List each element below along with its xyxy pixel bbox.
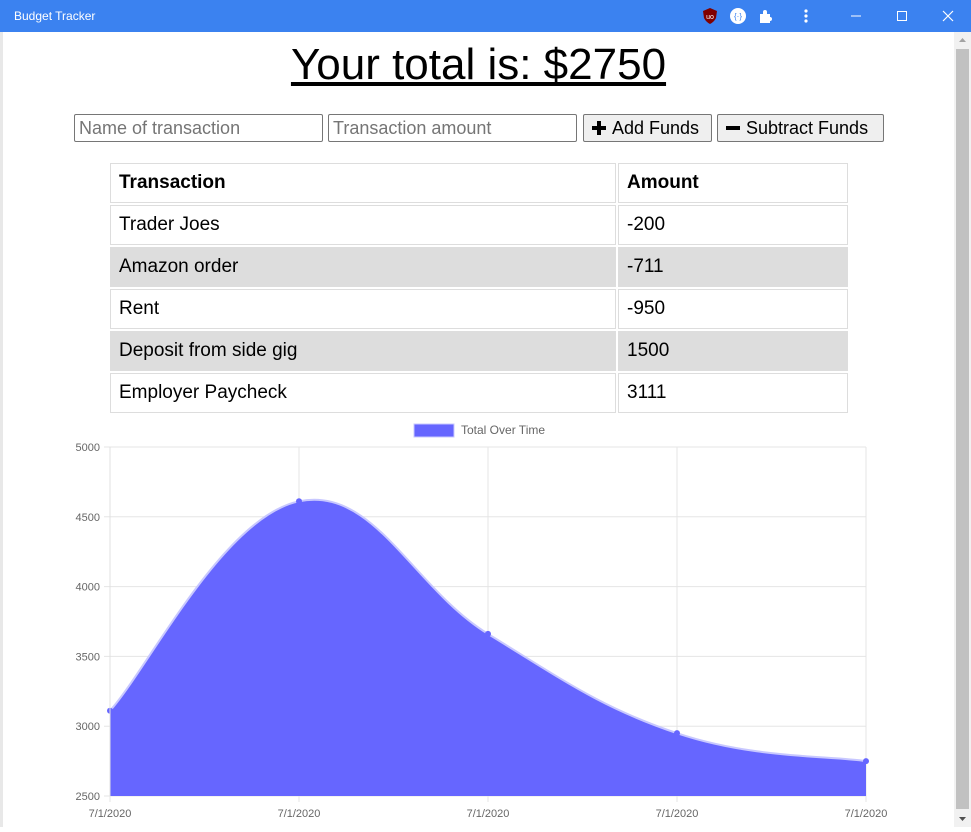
maximize-button[interactable]	[879, 0, 925, 32]
data-point	[296, 498, 302, 505]
x-tick-label: 7/1/2020	[278, 808, 321, 820]
y-tick-label: 3000	[76, 721, 100, 733]
transaction-name-cell: Amazon order	[110, 247, 616, 287]
data-point	[863, 758, 869, 765]
maximize-icon	[897, 11, 907, 21]
plus-icon	[592, 121, 606, 135]
menu-kebab-icon[interactable]	[796, 6, 816, 26]
minimize-button[interactable]	[833, 0, 879, 32]
transaction-name-cell: Trader Joes	[110, 205, 616, 245]
y-tick-label: 3500	[76, 651, 100, 663]
transaction-name-input[interactable]	[74, 114, 323, 142]
transaction-amount-input[interactable]	[328, 114, 577, 142]
x-tick-label: 7/1/2020	[467, 808, 510, 820]
vertical-scrollbar[interactable]	[954, 32, 971, 827]
legend-swatch	[413, 423, 455, 438]
transaction-amount-cell: 3111	[618, 373, 848, 413]
transaction-amount-cell: 1500	[618, 331, 848, 371]
transaction-amount-cell: -200	[618, 205, 848, 245]
table-row: Deposit from side gig 1500	[110, 331, 848, 371]
window-title: Budget Tracker	[14, 9, 96, 23]
column-header-amount: Amount	[618, 163, 848, 203]
y-tick-label: 4500	[76, 512, 100, 524]
transactions-table: Transaction Amount Trader Joes -200 Amaz…	[108, 161, 850, 415]
table-header-row: Transaction Amount	[110, 163, 848, 203]
x-tick-label: 7/1/2020	[656, 808, 699, 820]
devtools-extension-icon[interactable]: {·}	[728, 6, 748, 26]
add-funds-button[interactable]: Add Funds	[583, 114, 712, 142]
y-tick-label: 4000	[76, 582, 100, 594]
transaction-name-cell: Employer Paycheck	[110, 373, 616, 413]
close-button[interactable]	[925, 0, 971, 32]
minus-icon	[726, 126, 740, 130]
transaction-name-cell: Rent	[110, 289, 616, 329]
table-row: Trader Joes -200	[110, 205, 848, 245]
table-row: Rent -950	[110, 289, 848, 329]
legend-label: Total Over Time	[461, 423, 545, 437]
close-icon	[942, 10, 954, 22]
scroll-down-arrow-icon[interactable]	[954, 811, 971, 827]
minimize-icon	[851, 15, 861, 17]
subtract-funds-button[interactable]: Subtract Funds	[717, 114, 884, 142]
x-tick-label: 7/1/2020	[89, 808, 132, 820]
window-titlebar: Budget Tracker uo {·}	[0, 0, 971, 32]
transaction-name-cell: Deposit from side gig	[110, 331, 616, 371]
total-heading: Your total is: $2750	[290, 40, 667, 89]
total-over-time-chart: 2500 3000 3500 4000 4500 5000 7/1/2020 7/1/2020…	[76, 423, 888, 820]
data-point	[674, 730, 680, 737]
svg-text:uo: uo	[706, 14, 714, 21]
svg-text:{·}: {·}	[734, 12, 742, 21]
add-funds-label: Add Funds	[612, 117, 700, 138]
transaction-amount-cell: -950	[618, 289, 848, 329]
scrollbar-thumb[interactable]	[956, 49, 969, 809]
y-tick-label: 5000	[76, 442, 100, 454]
data-point	[485, 630, 491, 637]
subtract-funds-label: Subtract Funds	[746, 117, 869, 138]
table-row: Amazon order -711	[110, 247, 848, 287]
transaction-amount-cell: -711	[618, 247, 848, 287]
column-header-transaction: Transaction	[110, 163, 616, 203]
table-row: Employer Paycheck 3111	[110, 373, 848, 413]
x-tick-label: 7/1/2020	[845, 808, 888, 820]
y-tick-label: 2500	[76, 791, 100, 803]
puzzle-icon[interactable]	[756, 6, 776, 26]
ublock-icon[interactable]: uo	[700, 6, 720, 26]
